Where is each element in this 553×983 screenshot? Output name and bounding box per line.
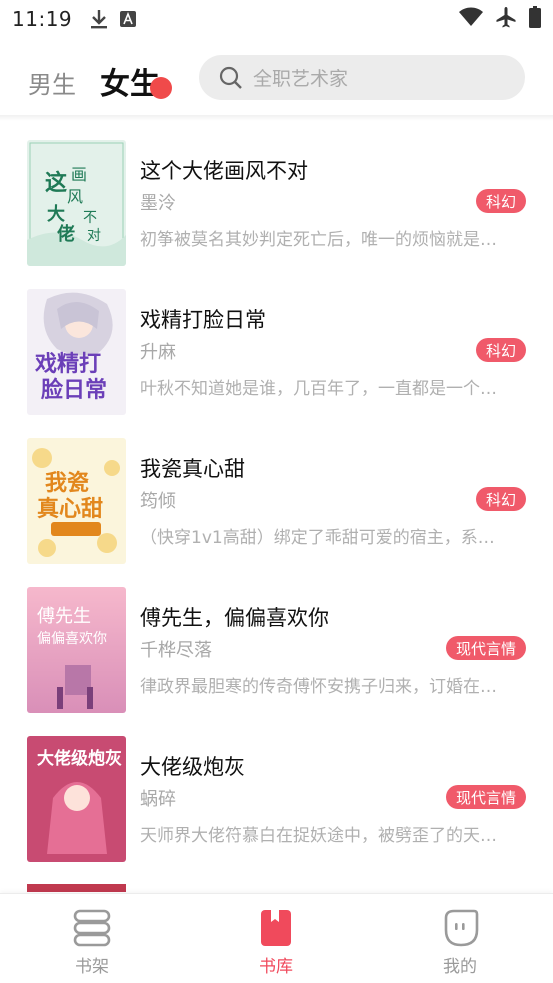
airplane-icon: [495, 6, 517, 28]
book-cover-partial: [27, 884, 126, 892]
svg-text:真心甜: 真心甜: [37, 496, 103, 522]
bottom-nav: 书架 书库 我的: [0, 893, 553, 983]
book-title: 这个大佬画风不对: [140, 159, 308, 183]
list-item[interactable]: 大佬级炮灰 大佬级炮灰 蜗碎 现代言情 天师界大佬符慕白在捉妖途中，被劈歪了的天…: [0, 718, 553, 867]
header-divider: [0, 115, 553, 121]
svg-text:偏偏喜欢你: 偏偏喜欢你: [37, 631, 107, 647]
category-tag: 科幻: [476, 487, 527, 511]
nav-label-bookshelf: 书架: [75, 957, 109, 977]
svg-text:这: 这: [45, 170, 67, 196]
nav-label-library: 书库: [259, 957, 293, 977]
list-item[interactable]: 这 画 风 大 不 佬 对 这个大佬画风不对 墨泠 科幻 初筝被莫名其妙判定死亡…: [0, 122, 553, 271]
svg-text:画: 画: [71, 165, 87, 184]
category-tag: 科幻: [476, 189, 527, 213]
profile-icon: [444, 909, 479, 947]
book-description: 初筝被莫名其妙判定死亡后，唯一的烦恼就是…: [140, 230, 497, 250]
book-description: 律政界最胆寒的传奇傅怀安携子归来，订婚在…: [140, 677, 497, 697]
svg-text:戏精打: 戏精打: [34, 351, 101, 377]
search-input[interactable]: 全职艺术家: [199, 55, 525, 100]
search-icon: [219, 66, 242, 89]
svg-text:脸日常: 脸日常: [41, 377, 107, 403]
book-cover[interactable]: 这 画 风 大 不 佬 对: [27, 140, 126, 266]
list-item[interactable]: 傅先生 偏偏喜欢你 傅先生，偏偏喜欢你 千桦尽落 现代言情 律政界最胆寒的传奇傅…: [0, 569, 553, 718]
list-item[interactable]: 戏精打 脸日常 戏精打脸日常 升麻 科幻 叶秋不知道她是谁，几百年了，一直都是一…: [0, 271, 553, 420]
book-author: 筠倾: [140, 491, 176, 512]
battery-icon: [529, 6, 541, 28]
library-icon: [261, 910, 291, 946]
nav-library[interactable]: 书库: [184, 894, 368, 983]
status-time: 11:19: [12, 7, 73, 31]
category-tag: 现代言情: [446, 785, 527, 809]
active-tab-dot: [150, 77, 172, 99]
book-cover[interactable]: 傅先生 偏偏喜欢你: [27, 587, 126, 713]
book-title: 戏精打脸日常: [140, 308, 266, 332]
book-description: 叶秋不知道她是谁，几百年了，一直都是一个…: [140, 379, 497, 399]
svg-text:对: 对: [87, 228, 101, 244]
wifi-icon: [459, 7, 483, 27]
book-description: 天师界大佬符慕白在捉妖途中，被劈歪了的天…: [140, 826, 497, 846]
book-author: 蜗碎: [140, 789, 176, 810]
status-bar: 11:19: [0, 0, 553, 38]
search-placeholder: 全职艺术家: [253, 68, 349, 90]
book-cover[interactable]: 我瓷 真心甜: [27, 438, 126, 564]
nav-profile[interactable]: 我的: [368, 894, 552, 983]
book-author: 千桦尽落: [140, 640, 212, 661]
book-cover[interactable]: 大佬级炮灰: [27, 736, 126, 862]
list-item[interactable]: 我瓷 真心甜 我瓷真心甜 筠倾 科幻 （快穿1v1高甜）绑定了乖甜可爱的宿主，系…: [0, 420, 553, 569]
font-app-icon: [120, 11, 137, 27]
category-tag: 科幻: [476, 338, 527, 362]
book-list[interactable]: 这 画 风 大 不 佬 对 这个大佬画风不对 墨泠 科幻 初筝被莫名其妙判定死亡…: [0, 122, 553, 892]
book-description: （快穿1v1高甜）绑定了乖甜可爱的宿主，系…: [140, 528, 495, 548]
svg-text:风: 风: [67, 187, 83, 206]
book-cover[interactable]: 戏精打 脸日常: [27, 289, 126, 415]
svg-text:佬: 佬: [57, 223, 75, 245]
book-author: 墨泠: [140, 193, 176, 214]
download-icon: [90, 9, 108, 29]
header: 男生 女生 全职艺术家: [0, 38, 553, 118]
category-tag: 现代言情: [446, 636, 527, 660]
svg-text:傅先生: 傅先生: [37, 606, 91, 627]
nav-label-profile: 我的: [443, 957, 477, 977]
book-title: 傅先生，偏偏喜欢你: [140, 606, 329, 630]
book-title: 大佬级炮灰: [140, 755, 245, 779]
svg-text:不: 不: [83, 210, 97, 226]
nav-bookshelf[interactable]: 书架: [0, 894, 184, 983]
svg-text:我瓷: 我瓷: [45, 471, 89, 496]
book-title: 我瓷真心甜: [140, 457, 245, 481]
svg-text:大佬级炮灰: 大佬级炮灰: [37, 748, 122, 769]
book-author: 升麻: [140, 342, 176, 363]
svg-text:大: 大: [47, 203, 65, 225]
bookshelf-icon: [73, 909, 111, 947]
tab-male[interactable]: 男生: [28, 65, 76, 100]
